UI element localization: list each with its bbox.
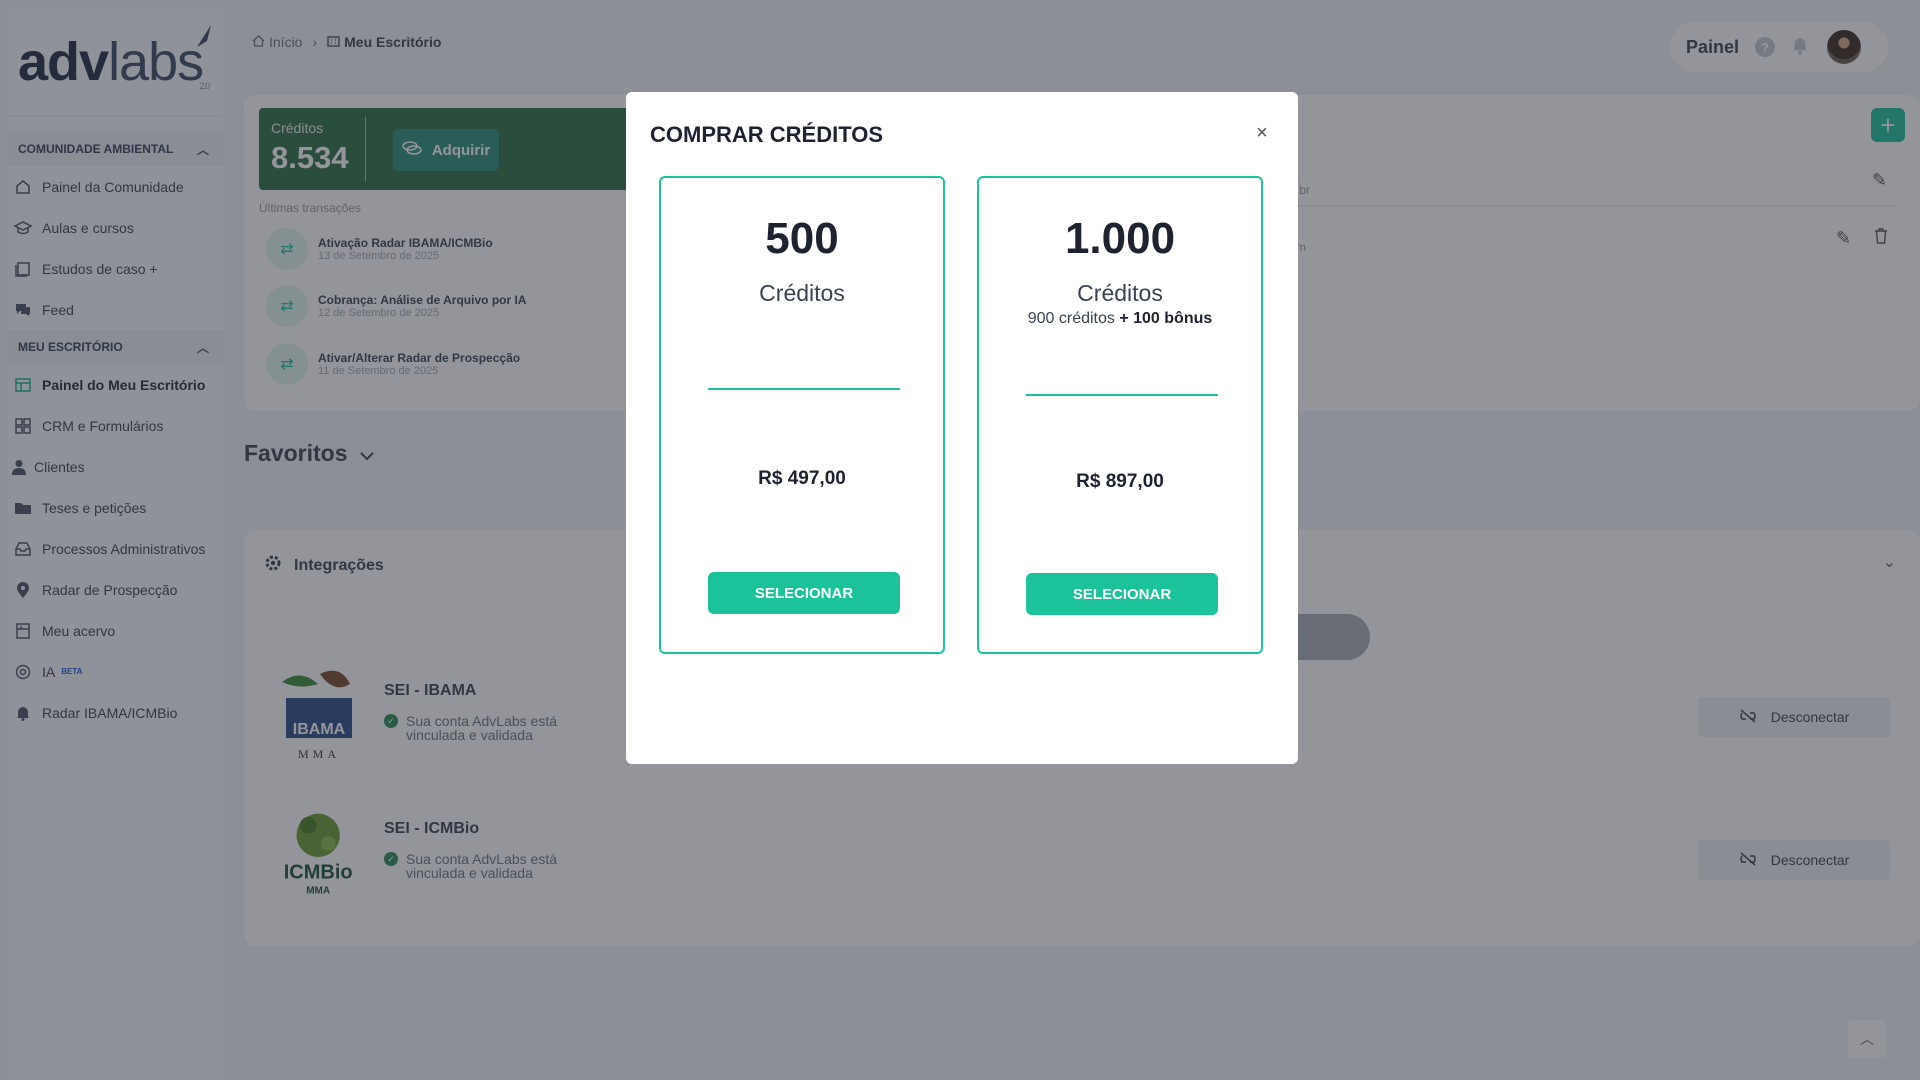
modal-title: COMPRAR CRÉDITOS [650,122,884,147]
select-plan-500-button[interactable]: SELECIONAR [708,572,900,614]
close-icon[interactable]: × [1252,122,1272,145]
plan-price: R$ 497,00 [758,468,846,489]
plan-card-500[interactable]: 500 Créditos R$ 497,00 SELECIONAR [659,176,945,654]
plan-bonus-extra: + 100 bônus [1119,310,1213,327]
plan-unit: Créditos [759,280,845,306]
buy-credits-modal: COMPRAR CRÉDITOS × 500 Créditos R$ 497,0… [626,92,1298,764]
plan-bonus: 900 créditos + 100 bônus [979,310,1261,328]
plan-price: R$ 897,00 [1076,471,1164,492]
plan-unit: Créditos [1077,280,1163,306]
plan-amount: 500 [765,214,839,263]
plan-bonus-base: 900 créditos [1027,310,1115,327]
plan-card-1000[interactable]: 1.000 Créditos 900 créditos + 100 bônus … [977,176,1263,654]
plan-divider [708,388,900,390]
plan-divider [1026,394,1218,396]
select-plan-1000-button[interactable]: SELECIONAR [1026,573,1218,615]
plan-amount: 1.000 [1064,214,1176,263]
